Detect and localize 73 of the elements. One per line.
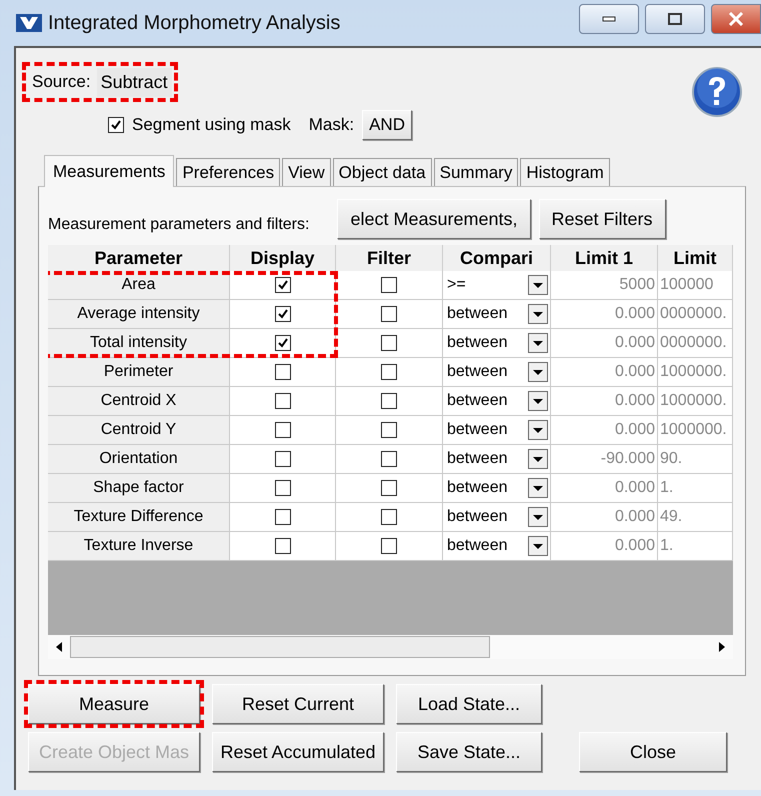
display-checkbox[interactable] (274, 451, 290, 467)
display-checkbox[interactable] (274, 422, 290, 438)
maximize-icon (668, 13, 682, 25)
close-icon (728, 12, 744, 26)
table-row[interactable]: Texture Difference between 0.000 49. (48, 503, 733, 532)
filter-checkbox[interactable] (381, 277, 397, 293)
display-checkbox[interactable] (274, 509, 290, 525)
close-button[interactable] (711, 4, 761, 34)
parameter-cell: Texture Difference (48, 503, 230, 532)
table-row[interactable]: Shape factor between 0.000 1. (48, 474, 733, 503)
parameter-cell: Centroid Y (48, 416, 230, 445)
filter-checkbox[interactable] (381, 306, 397, 322)
app-logo-icon (16, 14, 42, 32)
filter-checkbox[interactable] (381, 480, 397, 496)
table-row[interactable]: Average intensity between 0.000 0000000. (48, 300, 733, 329)
table-row[interactable]: Centroid X between 0.000 1000000. (48, 387, 733, 416)
source-label: Source: (32, 72, 91, 92)
tab[interactable]: Histogram (520, 158, 610, 186)
display-checkbox[interactable] (274, 277, 290, 293)
table-row[interactable]: Total intensity between 0.000 0000000. (48, 329, 733, 358)
segment-checkbox[interactable] (108, 117, 124, 133)
action-button[interactable]: Load State... (396, 684, 542, 724)
parameter-cell: Total intensity (48, 329, 230, 358)
mask-button[interactable]: AND (362, 110, 412, 140)
table-row[interactable]: Orientation between -90.000 90. (48, 445, 733, 474)
display-checkbox[interactable] (274, 480, 290, 496)
tab[interactable]: Preferences (176, 158, 280, 186)
parameter-cell: Shape factor (48, 474, 230, 503)
filter-checkbox[interactable] (381, 509, 397, 525)
tab[interactable]: Measurements (44, 155, 174, 187)
source-button[interactable]: Subtract (96, 68, 172, 96)
action-button[interactable]: Reset Accumulated (212, 732, 384, 772)
action-button[interactable]: Reset Current (212, 684, 384, 724)
maximize-button[interactable] (645, 4, 705, 34)
display-checkbox[interactable] (274, 364, 290, 380)
minimize-button[interactable] (579, 4, 639, 34)
display-checkbox[interactable] (274, 335, 290, 351)
parameter-cell: Area (48, 271, 230, 300)
filter-checkbox[interactable] (381, 422, 397, 438)
table-row[interactable]: Texture Inverse between 0.000 1. (48, 532, 733, 561)
segment-label: Segment using mask (132, 115, 291, 135)
scrollbar-thumb[interactable] (70, 636, 490, 658)
display-checkbox[interactable] (274, 306, 290, 322)
parameter-cell: Average intensity (48, 300, 230, 329)
display-checkbox[interactable] (274, 538, 290, 554)
tab[interactable]: Summary (434, 158, 518, 186)
filter-checkbox[interactable] (381, 364, 397, 380)
window-title: Integrated Morphometry Analysis (48, 12, 340, 34)
panel-button[interactable]: Reset Filters (538, 199, 666, 239)
mask-label: Mask: (308, 115, 354, 135)
filter-checkbox[interactable] (381, 538, 397, 554)
parameter-cell: Texture Inverse (48, 532, 230, 561)
panel-button[interactable]: elect Measurements, (337, 199, 531, 239)
filter-checkbox[interactable] (381, 393, 397, 409)
tab[interactable]: Object data (332, 158, 432, 186)
filter-checkbox[interactable] (381, 451, 397, 467)
minimize-icon (602, 16, 616, 22)
action-button[interactable]: Close (579, 732, 727, 772)
parameter-cell: Perimeter (48, 358, 230, 387)
limit-cell: 1. (658, 532, 733, 561)
action-button[interactable]: Save State... (396, 732, 542, 772)
comparison-dropdown[interactable]: between (443, 532, 551, 561)
display-checkbox[interactable] (274, 393, 290, 409)
limit-cell: 0.000 (551, 532, 658, 561)
table-row[interactable]: Area >= 5000 100000 (48, 271, 733, 300)
panel-caption: Measurement parameters and filters: (48, 216, 310, 234)
parameter-cell: Orientation (48, 445, 230, 474)
table-row[interactable]: Centroid Y between 0.000 1000000. (48, 416, 733, 445)
tab[interactable]: View (282, 158, 331, 186)
filter-checkbox[interactable] (381, 335, 397, 351)
table-row[interactable]: Perimeter between 0.000 1000000. (48, 358, 733, 387)
help-icon[interactable] (691, 66, 743, 118)
parameter-cell: Centroid X (48, 387, 230, 416)
